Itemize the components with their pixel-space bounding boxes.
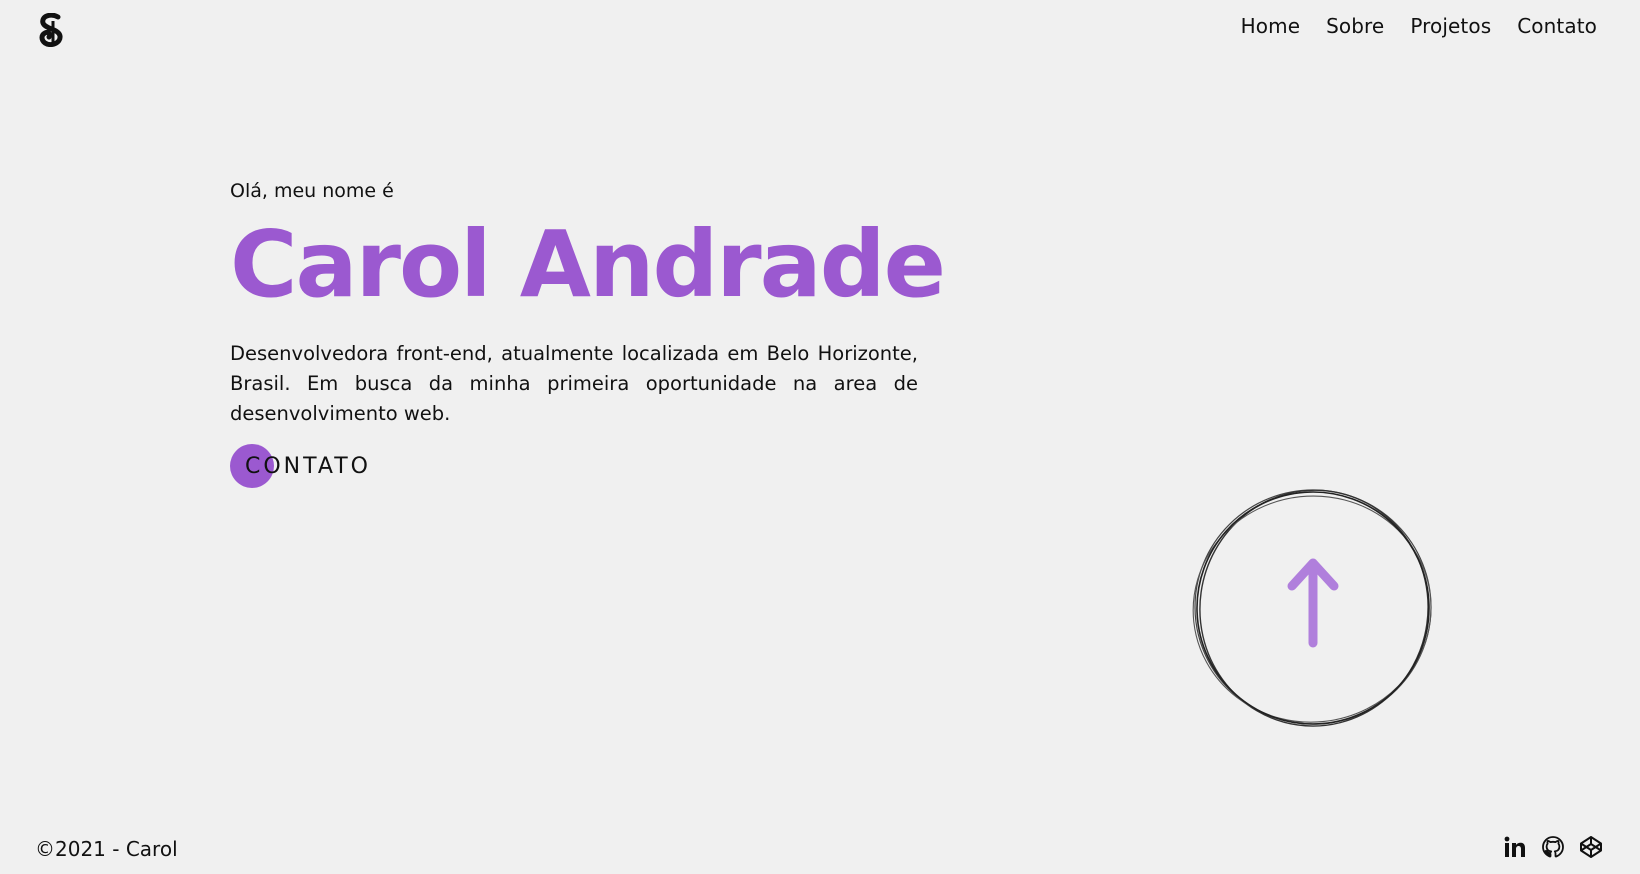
- hero-description: Desenvolvedora front-end, atualmente loc…: [230, 342, 918, 426]
- main-nav: Home Sobre Projetos Contato: [1241, 14, 1597, 38]
- hero-name: Carol Andrade: [230, 211, 946, 318]
- logo[interactable]: [36, 12, 68, 48]
- nav-contato[interactable]: Contato: [1517, 14, 1597, 38]
- github-icon: [1542, 836, 1564, 858]
- sketch-circle: [1192, 489, 1432, 727]
- github-link[interactable]: [1540, 834, 1566, 860]
- nav-home[interactable]: Home: [1241, 14, 1300, 38]
- greeting-text: Olá, meu nome é: [230, 180, 394, 202]
- hero-section: Olá, meu nome é Carol Andrade Desenvolve…: [230, 180, 946, 489]
- social-links: [1502, 834, 1604, 860]
- arrow-up-icon: [1287, 558, 1339, 648]
- codepen-icon: [1580, 836, 1602, 858]
- codepen-link[interactable]: [1578, 834, 1604, 860]
- scroll-top-button[interactable]: [1188, 483, 1438, 733]
- linkedin-icon: [1504, 836, 1525, 857]
- contact-button-label: CONTATO: [245, 453, 371, 479]
- nav-projetos[interactable]: Projetos: [1410, 14, 1491, 38]
- linkedin-link[interactable]: [1502, 834, 1528, 860]
- page: Home Sobre Projetos Contato Olá, meu nom…: [0, 0, 1640, 874]
- copyright-text: ©2021 - Carol: [35, 837, 178, 861]
- script-s-logo-icon: [39, 13, 63, 47]
- contact-button[interactable]: CONTATO: [230, 443, 371, 489]
- nav-sobre[interactable]: Sobre: [1326, 14, 1384, 38]
